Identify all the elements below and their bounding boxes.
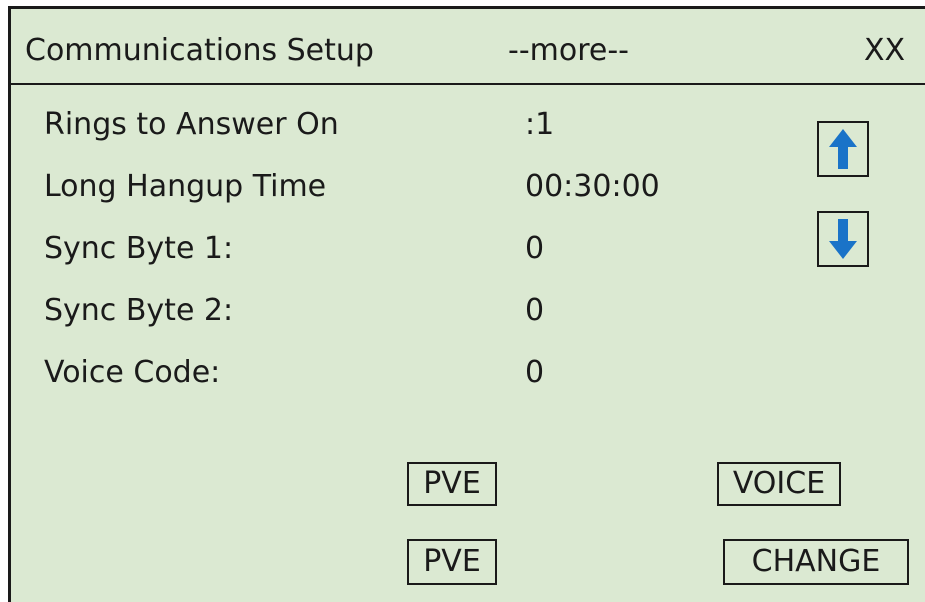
field-label-voice-code: Voice Code: (44, 355, 221, 390)
scroll-down-button[interactable] (817, 211, 869, 267)
field-value-long-hangup[interactable]: 00:30:00 (525, 172, 660, 202)
pve-button-top[interactable]: PVE (407, 462, 497, 506)
field-label-sync-byte-1: Sync Byte 1: (44, 231, 234, 266)
arrow-up-icon (829, 129, 857, 169)
voice-button[interactable]: VOICE (717, 462, 841, 506)
arrow-down-icon (829, 219, 857, 259)
field-value-sync-byte-1[interactable]: 0 (525, 234, 544, 264)
change-button[interactable]: CHANGE (723, 539, 909, 585)
field-value-sync-byte-2[interactable]: 0 (525, 296, 544, 326)
more-indicator: --more-- (508, 33, 630, 68)
field-value-rings[interactable]: :1 (525, 110, 554, 140)
page-title: Communications Setup (25, 33, 374, 68)
lcd-screen: Communications Setup --more-- XX Rings t… (8, 6, 925, 602)
field-label-sync-byte-2: Sync Byte 2: (44, 293, 234, 328)
field-label-rings: Rings to Answer On (44, 107, 339, 142)
field-label-long-hangup: Long Hangup Time (44, 169, 327, 204)
header-divider (11, 83, 925, 85)
pve-button-bottom[interactable]: PVE (407, 539, 497, 585)
corner-code: XX (864, 33, 906, 68)
field-value-voice-code[interactable]: 0 (525, 358, 544, 388)
header-bar: Communications Setup --more-- XX (11, 9, 925, 86)
scroll-up-button[interactable] (817, 121, 869, 177)
